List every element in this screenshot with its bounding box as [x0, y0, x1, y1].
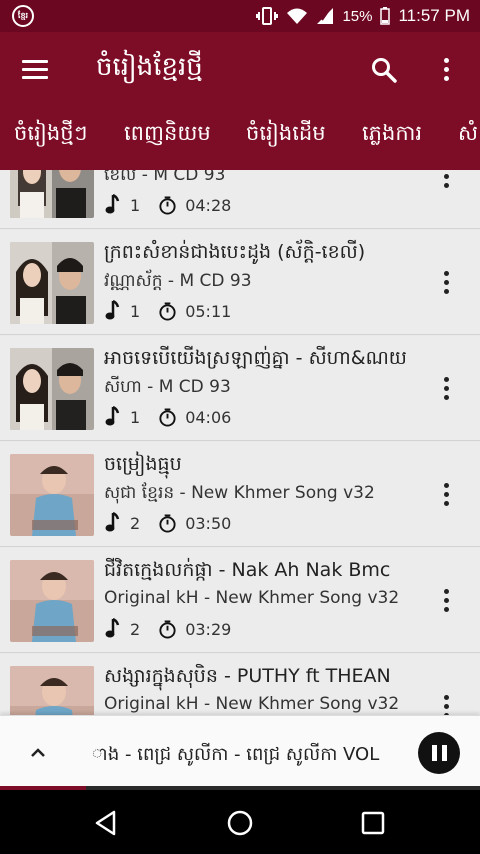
vibrate-icon [256, 7, 279, 25]
tab-bar: ចំរៀងថ្មីៗ ពេញនិយម ចំរៀងដើម ភ្លេងការ សំ [0, 106, 480, 170]
play-count: 2 [130, 619, 141, 639]
row-more-icon[interactable] [432, 688, 460, 715]
song-row[interactable]: ក្រពះសំខាន់ជាងបេះដូង (ស័ក្តិ-ខេលី) វណ្ណា… [0, 230, 480, 335]
timer-icon [159, 513, 176, 533]
song-duration: 05:11 [185, 301, 232, 321]
play-count: 1 [130, 195, 141, 215]
tab-original-songs[interactable]: ចំរៀងដើម [246, 120, 326, 151]
album-thumbnail [10, 170, 94, 218]
app-notification-icon: ខ្មែរ [12, 5, 34, 27]
pause-button[interactable] [418, 732, 460, 774]
song-row[interactable]: អាចទេបើយើងស្រឡាញ់គ្នា - សីហា&ណយ សីហា - M… [0, 336, 480, 441]
signal-icon [317, 8, 334, 24]
song-meta: 2 03:50 [104, 512, 231, 534]
tab-partial[interactable]: សំ [458, 120, 478, 151]
song-duration: 03:50 [185, 513, 232, 533]
song-meta: 2 03:29 [104, 618, 231, 640]
status-bar: ខ្មែរ 15% 11:57 PM [0, 0, 480, 32]
app-bar: ចំរៀងខ្មែរថ្មី [0, 32, 480, 106]
tab-wedding-music[interactable]: ភ្លេងការ [362, 120, 422, 151]
row-more-icon[interactable] [432, 170, 460, 194]
tab-popular[interactable]: ពេញនិយម [124, 120, 211, 151]
more-vert-icon[interactable] [432, 52, 460, 86]
recents-icon[interactable] [358, 808, 388, 838]
song-row[interactable]: ជីវិតក្មេងលក់ផ្កា - Nak Ah Nak Bmc Origi… [0, 548, 480, 653]
row-more-icon[interactable] [432, 370, 460, 406]
song-artist-album: សុជា ខ្មែរន - New Khmer Song v32 [104, 483, 375, 503]
music-note-icon [105, 618, 120, 638]
album-thumbnail [10, 348, 94, 430]
music-note-icon [105, 406, 120, 426]
battery-percent: 15% [342, 7, 373, 25]
song-artist-album: Original kH - New Khmer Song v32 [104, 694, 400, 714]
song-meta: 1 04:28 [104, 194, 231, 216]
song-title: ជីវិតក្មេងលក់ផ្កា - Nak Ah Nak Bmc [104, 559, 391, 581]
song-row[interactable]: សង្សារក្នុងសុបិន - PUTHY ft THEAN Origin… [0, 654, 480, 715]
now-playing-title: ាង - ពេជ្រ សូលីកា - ពេជ្រ សូលីកា VOL [92, 744, 380, 765]
timer-icon [159, 301, 176, 321]
album-thumbnail [10, 242, 94, 324]
search-icon[interactable] [370, 56, 398, 84]
song-meta: 1 05:11 [104, 300, 231, 322]
song-row[interactable]: ចម្រៀងធ្មុប សុជា ខ្មែរន - New Khmer Song… [0, 442, 480, 547]
song-duration: 03:29 [185, 619, 232, 639]
song-title: អាចទេបើយើងស្រឡាញ់គ្នា - សីហា&ណយ [104, 347, 407, 369]
song-duration: 04:28 [185, 195, 232, 215]
music-note-icon [105, 194, 120, 214]
tab-new-songs[interactable]: ចំរៀងថ្មីៗ [14, 120, 87, 151]
song-artist-album: សីហា - M CD 93 [104, 377, 231, 397]
album-thumbnail [10, 454, 94, 536]
timer-icon [159, 195, 176, 215]
row-more-icon[interactable] [432, 476, 460, 512]
chevron-up-icon[interactable] [24, 740, 52, 764]
timer-icon [159, 407, 176, 427]
song-title: ក្រពះសំខាន់ជាងបេះដូង (ស័ក្តិ-ខេលី) [104, 241, 366, 263]
play-count: 1 [130, 301, 141, 321]
menu-icon[interactable] [22, 54, 52, 84]
app-title: ចំរៀងខ្មែរថ្មី [96, 52, 203, 82]
wifi-icon [287, 8, 308, 24]
song-title: ចម្រៀងធ្មុប [104, 453, 182, 475]
back-icon[interactable] [92, 808, 122, 838]
timer-icon [159, 619, 176, 639]
home-icon[interactable] [225, 808, 255, 838]
row-more-icon[interactable] [432, 264, 460, 300]
song-title: សង្សារក្នុងសុបិន - PUTHY ft THEAN [104, 665, 391, 687]
system-nav-bar [0, 790, 480, 854]
battery-icon [380, 7, 391, 25]
play-count: 2 [130, 513, 141, 533]
album-thumbnail [10, 560, 94, 642]
status-indicators: 15% 11:57 PM [256, 0, 470, 32]
album-thumbnail [10, 666, 94, 715]
song-artist-album: Original kH - New Khmer Song v32 [104, 588, 400, 608]
status-time: 11:57 PM [398, 6, 470, 25]
song-row[interactable]: ខេលី - M CD 93 1 04:28 [0, 170, 480, 229]
song-list: ខេលី - M CD 93 1 04:28 ក្រពះសំខាន់ជាងបេះ… [0, 170, 480, 715]
play-count: 1 [130, 407, 141, 427]
row-more-icon[interactable] [432, 582, 460, 618]
song-duration: 04:06 [185, 407, 232, 427]
song-meta: 1 04:06 [104, 406, 231, 428]
song-artist-album: ខេលី - M CD 93 [104, 170, 226, 185]
mini-player: ាង - ពេជ្រ សូលីកា - ពេជ្រ សូលីកា VOL [0, 715, 480, 789]
song-artist-album: វណ្ណាស័ក្ត - M CD 93 [104, 271, 252, 291]
music-note-icon [105, 300, 120, 320]
music-note-icon [105, 512, 120, 532]
